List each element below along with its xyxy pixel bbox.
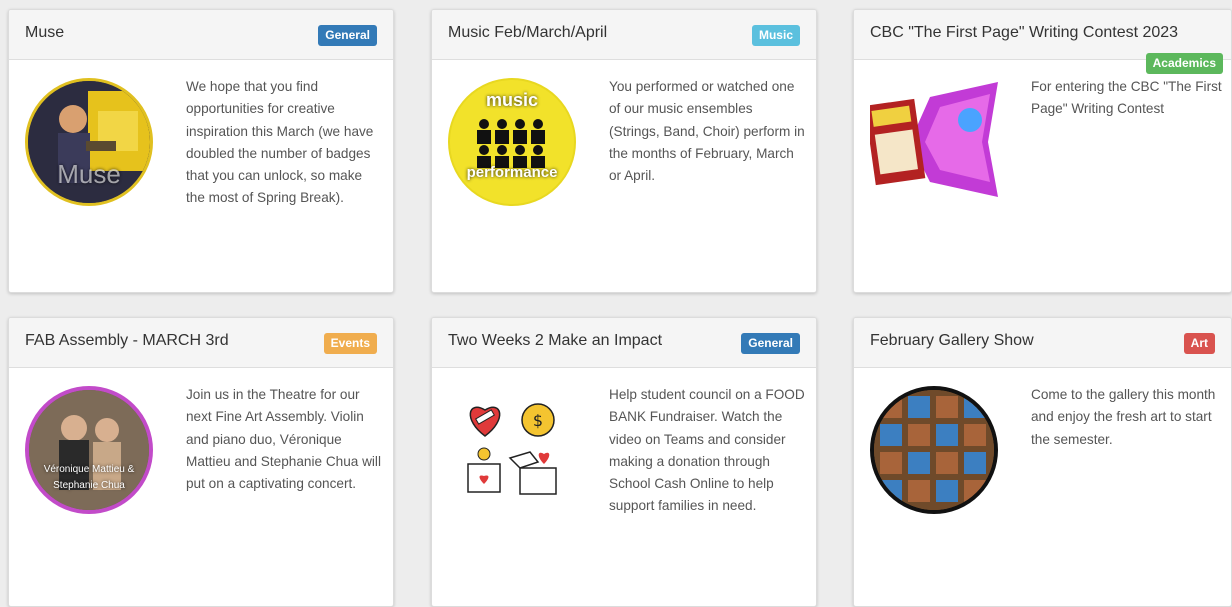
- music-performance-badge-image: music performance: [448, 78, 576, 206]
- card-description: Help student council on a FOOD BANK Fund…: [609, 387, 805, 514]
- music-image-caption-bottom: performance: [466, 164, 558, 181]
- donation-icons-image: $: [458, 392, 568, 502]
- category-badge: General: [318, 25, 377, 46]
- badge-card-two-weeks-impact[interactable]: Two Weeks 2 Make an Impact General $ Hel…: [431, 317, 817, 607]
- category-badge: Art: [1183, 333, 1215, 354]
- svg-text:$: $: [533, 411, 543, 430]
- card-title: FAB Assembly - MARCH 3rd: [25, 332, 229, 349]
- card-title: February Gallery Show: [870, 332, 1034, 349]
- card-description: You performed or watched one of our musi…: [609, 79, 805, 184]
- badge-card-music[interactable]: Music Feb/March/April Music music perfor…: [431, 9, 817, 293]
- fab-assembly-duo-image: Véronique Mattieu & Stephanie Chua: [25, 386, 153, 514]
- badge-card-february-gallery[interactable]: February Gallery Show Art Come to the ga…: [853, 317, 1232, 607]
- gallery-show-badge-image: [870, 386, 998, 514]
- card-description: Come to the gallery this month and enjoy…: [1031, 387, 1216, 447]
- muse-image-caption: Muse: [57, 159, 121, 189]
- card-title: Two Weeks 2 Make an Impact: [448, 332, 663, 349]
- fab-image-caption: Véronique Mattieu & Stephanie Chua: [43, 464, 135, 491]
- category-badge: General: [741, 333, 800, 354]
- card-title: Muse: [25, 24, 65, 41]
- badge-card-cbc-contest[interactable]: CBC "The First Page" Writing Contest 202…: [853, 9, 1232, 293]
- category-badge: Music: [751, 25, 800, 46]
- badge-card-muse[interactable]: Muse General Muse We hope that you find …: [8, 9, 394, 293]
- card-description: For entering the CBC "The First Page" Wr…: [1031, 79, 1222, 117]
- card-header: Music Feb/March/April Music: [432, 10, 816, 60]
- badge-card-fab-assembly[interactable]: FAB Assembly - MARCH 3rd Events Véroniqu…: [8, 317, 394, 607]
- card-description: We hope that you find opportunities for …: [186, 79, 374, 206]
- card-description: Join us in the Theatre for our next Fine…: [186, 387, 381, 492]
- cbc-first-page-contest-image: [870, 82, 998, 202]
- muse-badge-image: Muse: [25, 78, 153, 206]
- card-header: CBC "The First Page" Writing Contest 202…: [854, 10, 1231, 74]
- card-header: Muse General: [9, 10, 393, 60]
- category-badge: Events: [323, 333, 377, 354]
- card-title: CBC "The First Page" Writing Contest 202…: [870, 24, 1179, 41]
- card-header: FAB Assembly - MARCH 3rd Events: [9, 318, 393, 368]
- card-title: Music Feb/March/April: [448, 24, 608, 41]
- card-header: February Gallery Show Art: [854, 318, 1231, 368]
- card-header: Two Weeks 2 Make an Impact General: [432, 318, 816, 368]
